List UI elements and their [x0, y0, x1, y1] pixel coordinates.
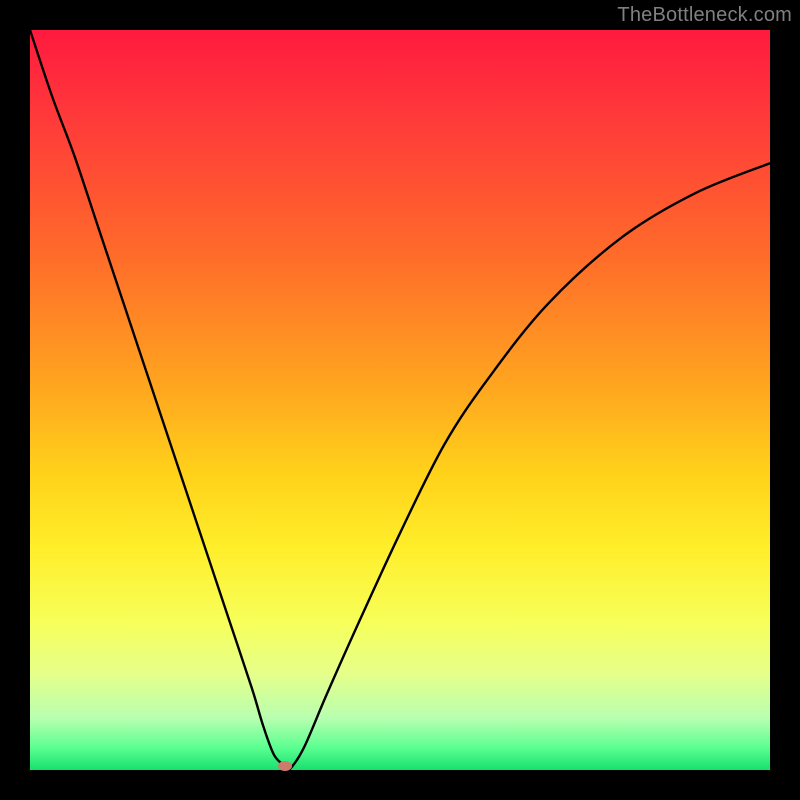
chart-frame: TheBottleneck.com: [0, 0, 800, 800]
curve-path: [30, 30, 770, 771]
attribution-text: TheBottleneck.com: [617, 4, 792, 27]
bottleneck-curve: [30, 30, 770, 770]
optimum-marker: [278, 761, 292, 771]
plot-area: [30, 30, 770, 770]
